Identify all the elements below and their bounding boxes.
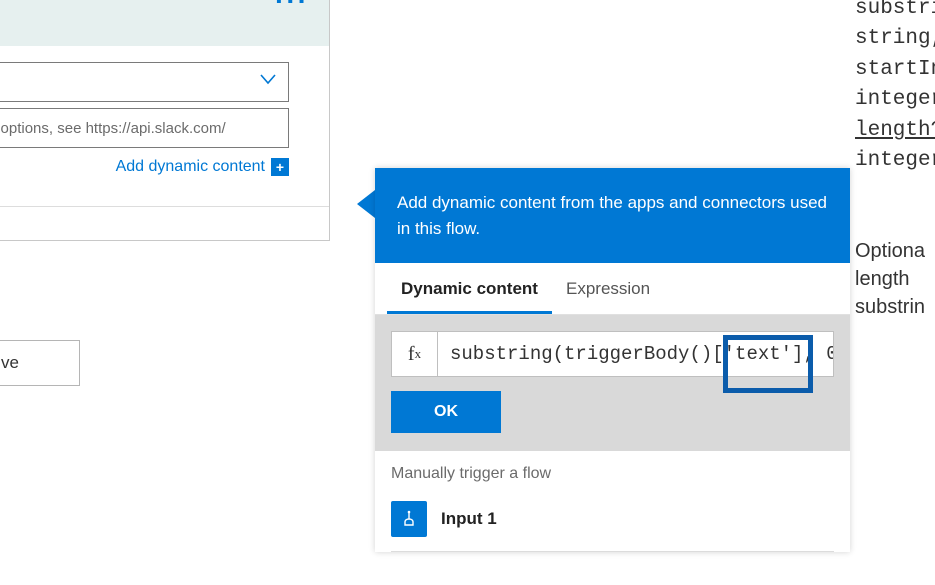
action-card-header: ··· — [0, 0, 329, 46]
field-area: tting options, see https://api.slack.com… — [0, 46, 329, 206]
divider — [391, 551, 834, 552]
save-label: ve — [1, 353, 19, 373]
token-row-input1[interactable]: Input 1 — [375, 493, 850, 551]
section-title: Manually trigger a flow — [375, 451, 850, 493]
tab-expression[interactable]: Expression — [552, 263, 664, 314]
tab-dynamic-content[interactable]: Dynamic content — [387, 263, 552, 314]
flyout-pointer-icon — [357, 190, 375, 218]
plus-icon[interactable]: + — [271, 158, 289, 176]
expression-input[interactable]: substring(triggerBody()['text'], 0, 5) — [438, 332, 833, 376]
message-text-field[interactable]: tting options, see https://api.slack.com… — [0, 108, 289, 148]
add-dynamic-content-link[interactable]: Add dynamic content — [116, 158, 265, 176]
signature-tooltip: substri string, startIn integer length? … — [855, 0, 935, 321]
action-card-footer — [0, 206, 329, 240]
placeholder-text: tting options, see https://api.slack.com… — [0, 120, 226, 137]
sig-line: string, — [855, 24, 935, 54]
ellipsis-icon[interactable]: ··· — [275, 0, 309, 6]
chevron-down-icon — [258, 69, 278, 95]
expression-value: substring(triggerBody()['text'], 0, 5) — [450, 343, 833, 365]
save-button[interactable]: ve — [0, 340, 80, 386]
dropdown-field[interactable] — [0, 62, 289, 102]
sig-description: Optiona length substrin — [855, 237, 935, 321]
add-dynamic-row: Add dynamic content + — [0, 158, 309, 206]
token-label: Input 1 — [441, 509, 497, 529]
action-card: ··· tting options, see https://api.slack… — [0, 0, 330, 241]
sig-line: integer — [855, 146, 935, 176]
dynamic-content-flyout: Add dynamic content from the apps and co… — [375, 168, 850, 552]
sig-line: length? — [855, 116, 935, 146]
sig-line: startIn — [855, 55, 935, 85]
sig-line: substri — [855, 0, 935, 24]
ok-button[interactable]: OK — [391, 391, 501, 433]
touch-icon — [391, 501, 427, 537]
fx-icon: fx — [392, 332, 438, 376]
expression-input-row: fx substring(triggerBody()['text'], 0, 5… — [391, 331, 834, 377]
flyout-header: Add dynamic content from the apps and co… — [375, 168, 850, 263]
sig-line: integer — [855, 85, 935, 115]
expression-area: fx substring(triggerBody()['text'], 0, 5… — [375, 315, 850, 451]
flyout-tabs: Dynamic content Expression — [375, 263, 850, 315]
